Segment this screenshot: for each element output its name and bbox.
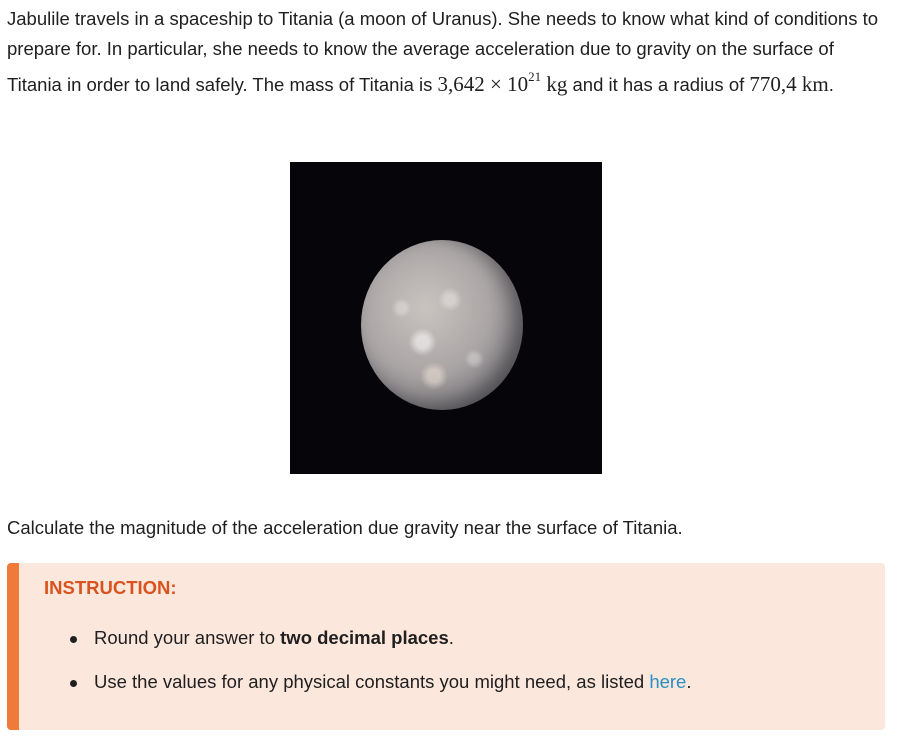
intro-text-3: . [828, 74, 834, 95]
instruction-box: INSTRUCTION: Round your answer to two de… [7, 563, 885, 730]
constants-link[interactable]: here [649, 671, 686, 692]
instruction-emphasis: two decimal places [280, 627, 449, 648]
radius-value: 770,4 km [749, 72, 829, 96]
instruction-text: Use the values for any physical constant… [94, 671, 650, 692]
titania-moon [361, 240, 523, 410]
bullet-icon [70, 636, 77, 643]
instruction-text-end: . [686, 671, 692, 692]
question-text: Calculate the magnitude of the accelerat… [7, 517, 683, 538]
instruction-text: Round your answer to [94, 627, 281, 648]
intro-text-2: and it has a radius of [567, 74, 750, 95]
instruction-title: INSTRUCTION: [44, 577, 177, 598]
mass-value: 3,642 × 1021 kg [437, 69, 568, 96]
instruction-text-end: . [448, 627, 454, 648]
mass-exponent: 21 [528, 69, 542, 84]
mass-mantissa: 3,642 × 10 [437, 72, 529, 96]
instruction-list: Round your answer to two decimal places.… [66, 623, 691, 711]
bullet-icon [70, 680, 77, 687]
titania-image [290, 162, 602, 474]
mass-unit: kg [541, 72, 568, 96]
problem-intro: Jabulile travels in a spaceship to Titan… [7, 4, 887, 100]
instruction-item-constants: Use the values for any physical constant… [66, 667, 691, 711]
instruction-item-rounding: Round your answer to two decimal places. [66, 623, 691, 667]
